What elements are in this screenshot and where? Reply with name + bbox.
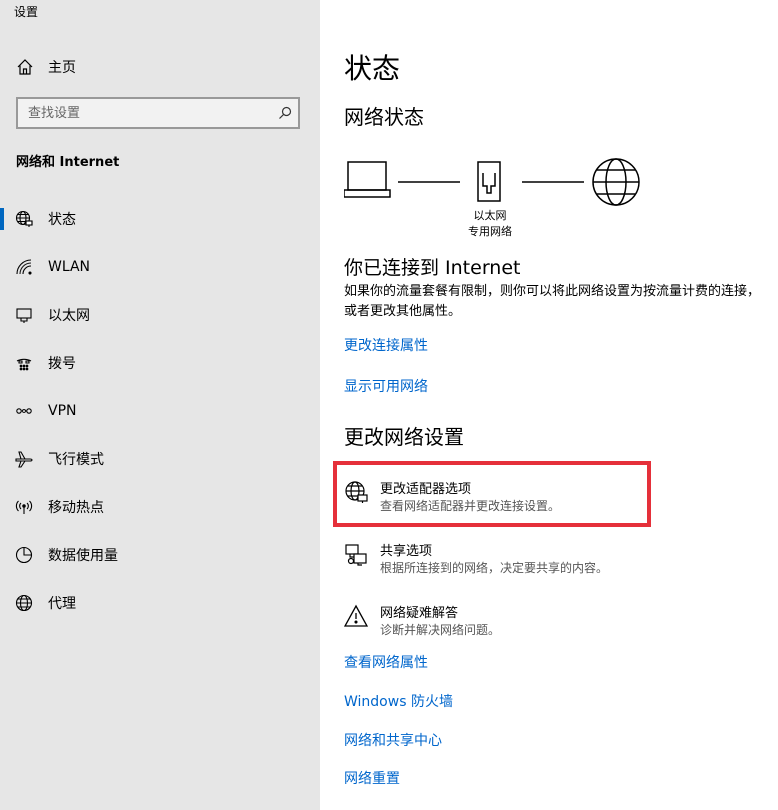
search-box[interactable] (16, 97, 300, 129)
network-troubleshooter[interactable]: 网络疑难解答 诊断并解决网络问题。 (344, 602, 744, 648)
dialup-icon (16, 358, 32, 371)
sidebar-item-label: WLAN (48, 259, 91, 275)
network-profile-name: 专用网络 (468, 225, 512, 238)
ethernet-icon (16, 308, 32, 323)
globe-proxy-icon (15, 594, 33, 612)
sidebar-item-label: 拨号 (48, 356, 76, 372)
sidebar-item-label: 以太网 (48, 308, 90, 324)
windows-firewall-link[interactable]: Windows 防火墙 (344, 691, 453, 711)
sidebar-item-label: 移动热点 (48, 500, 104, 516)
home-label: 主页 (48, 60, 76, 76)
option-title: 共享选项 (380, 544, 433, 559)
sidebar-item-label: 代理 (48, 596, 76, 612)
sidebar-item-proxy[interactable]: 代理 (0, 583, 320, 623)
sidebar-item-label: 数据使用量 (48, 548, 118, 564)
connected-description: 如果你的流量套餐有限制，则你可以将此网络设置为按流量计费的连接，或者更改其他属性… (344, 284, 761, 319)
sidebar-item-ethernet[interactable]: 以太网 (0, 295, 320, 335)
connected-heading: 你已连接到 Internet (344, 257, 521, 279)
sidebar-item-label: 飞行模式 (48, 452, 104, 468)
sidebar-item-mobile-hotspot[interactable]: 移动热点 (0, 487, 320, 527)
home-nav-item[interactable]: 主页 (16, 57, 76, 77)
change-connection-properties-link[interactable]: 更改连接属性 (344, 335, 428, 355)
show-available-networks-link[interactable]: 显示可用网络 (344, 376, 428, 396)
group-title: 网络和 Internet (16, 155, 120, 170)
airplane-icon (15, 451, 33, 468)
internet-globe-icon (592, 158, 640, 206)
page-title: 状态 (344, 52, 401, 85)
app-title: 设置 (14, 5, 39, 19)
sidebar-item-data-usage[interactable]: 数据使用量 (0, 535, 320, 575)
network-sharing-center-link[interactable]: 网络和共享中心 (344, 730, 442, 750)
globe-status-icon (15, 210, 33, 227)
ethernet-port-icon (477, 161, 501, 202)
hotspot-icon (15, 500, 33, 514)
home-icon (17, 59, 33, 75)
sidebar-item-dialup[interactable]: 拨号 (0, 343, 320, 383)
sharing-options[interactable]: 共享选项 根据所连接到的网络，决定要共享的内容。 (344, 540, 744, 586)
sidebar-item-airplane-mode[interactable]: 飞行模式 (0, 439, 320, 479)
warning-icon (344, 604, 368, 627)
highlight-box (333, 461, 651, 527)
option-description: 根据所连接到的网络，决定要共享的内容。 (380, 561, 609, 575)
sidebar-item-vpn[interactable]: VPN (0, 391, 320, 431)
view-network-properties-link[interactable]: 查看网络属性 (344, 652, 428, 672)
data-usage-icon (15, 546, 33, 564)
sidebar: 设置 主页 网络和 Internet 状态 WLAN 以太网 (0, 0, 320, 810)
sidebar-item-wlan[interactable]: WLAN (0, 247, 320, 287)
vpn-icon (16, 408, 32, 414)
computer-icon (344, 161, 391, 198)
wifi-icon (16, 259, 32, 275)
sidebar-item-label: 状态 (48, 212, 76, 228)
sidebar-item-label: VPN (48, 403, 77, 419)
sharing-icon (345, 544, 367, 566)
network-diagram: 以太网 专用网络 (344, 153, 654, 243)
change-network-settings-heading: 更改网络设置 (344, 425, 464, 449)
network-reset-link[interactable]: 网络重置 (344, 768, 400, 788)
option-title: 网络疑难解答 (380, 606, 459, 621)
sidebar-item-status[interactable]: 状态 (0, 199, 320, 239)
option-description: 诊断并解决网络问题。 (380, 623, 501, 637)
search-input[interactable] (18, 99, 278, 127)
search-icon[interactable] (278, 106, 292, 120)
network-status-heading: 网络状态 (344, 105, 424, 129)
adapter-name: 以太网 (473, 209, 507, 222)
